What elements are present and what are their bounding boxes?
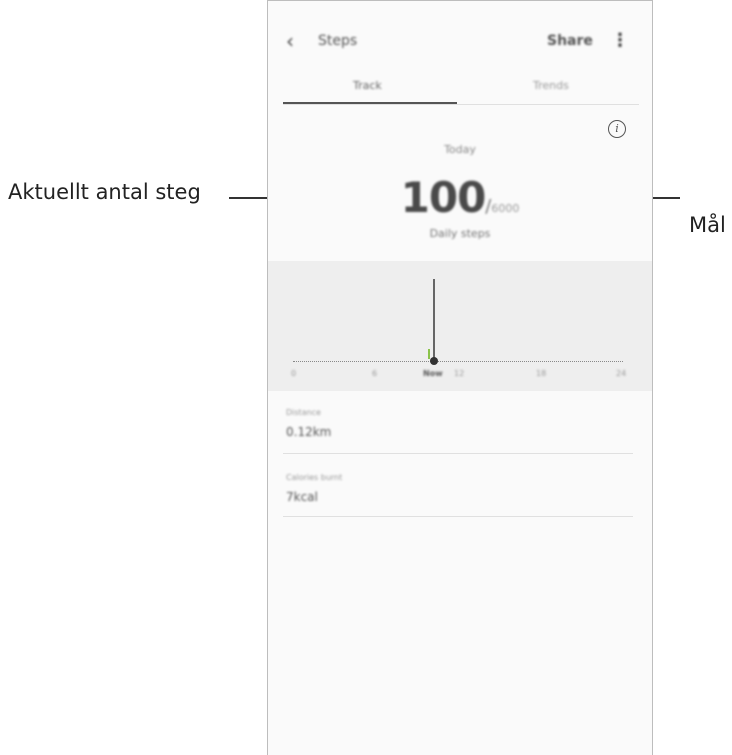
- steps-goal[interactable]: 6000: [491, 202, 519, 215]
- chart-axis: [293, 361, 623, 362]
- back-icon[interactable]: ‹: [286, 31, 306, 51]
- chart-tick-now: Now: [423, 369, 443, 378]
- divider: [283, 453, 633, 454]
- distance-label: Distance: [286, 408, 321, 417]
- callout-goal: Mål: [689, 213, 726, 237]
- tab-track[interactable]: Track: [353, 79, 382, 92]
- calories-value: 7kcal: [286, 490, 318, 504]
- share-button[interactable]: Share: [547, 33, 593, 49]
- chart-tick: 18: [536, 369, 547, 378]
- chart-steps-bar: [428, 349, 430, 359]
- calories-label: Calories burnt: [286, 473, 343, 482]
- chart-tick: 6: [372, 369, 378, 378]
- chart-now-dot: [430, 357, 438, 365]
- info-icon[interactable]: i: [608, 120, 626, 138]
- tab-trends[interactable]: Trends: [533, 79, 569, 92]
- daily-steps-label: Daily steps: [429, 227, 491, 240]
- phone-screen: ‹ Steps Share ⋮ Track Trends i Today 100…: [267, 0, 653, 755]
- steps-count: 100: [400, 173, 487, 222]
- chart-tick: 24: [616, 369, 627, 378]
- chart-tick: 0: [291, 369, 297, 378]
- distance-value: 0.12km: [286, 425, 332, 439]
- more-vertical-icon[interactable]: ⋮: [611, 31, 629, 51]
- steps-chart: 0 6 Now 12 18 24: [268, 261, 652, 391]
- divider: [283, 516, 633, 517]
- page-title: Steps: [318, 33, 358, 49]
- chart-tick: 12: [454, 369, 465, 378]
- today-label: Today: [444, 143, 476, 156]
- chart-now-line: [433, 279, 435, 364]
- tab-divider: [283, 104, 639, 105]
- steps-summary: 100/6000: [268, 173, 652, 222]
- callout-current-steps: Aktuellt antal steg: [8, 180, 201, 204]
